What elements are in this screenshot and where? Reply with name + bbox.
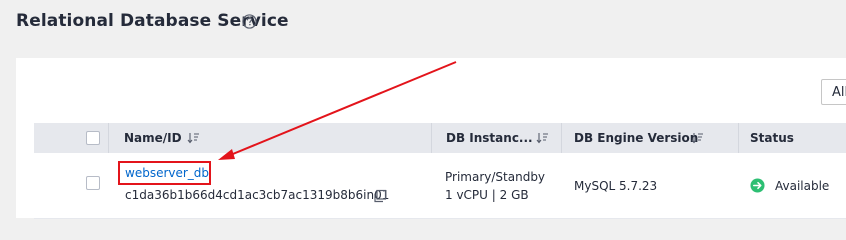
select-all-checkbox[interactable] <box>86 131 100 145</box>
sort-icon[interactable] <box>187 132 200 144</box>
column-header-db-instance[interactable]: DB Instanc... <box>446 123 533 153</box>
column-separator <box>431 123 432 153</box>
table-header: Name/ID DB Instanc... DB Engine Version … <box>34 123 846 153</box>
status-available-icon <box>750 178 765 193</box>
row-checkbox[interactable] <box>86 176 100 190</box>
highlight-box <box>118 161 211 185</box>
engine-version: MySQL 5.7.23 <box>574 179 658 193</box>
column-separator <box>108 123 109 153</box>
column-header-name-id[interactable]: Name/ID <box>124 123 182 153</box>
column-header-status[interactable]: Status <box>750 123 794 153</box>
copy-icon[interactable] <box>373 189 387 203</box>
column-header-db-engine-version[interactable]: DB Engine Version <box>574 123 698 153</box>
instance-type: Primary/Standby <box>445 170 546 184</box>
question-circle-icon[interactable] <box>242 14 257 29</box>
status-text: Available <box>775 179 830 193</box>
column-separator <box>561 123 562 153</box>
filter-dropdown[interactable]: All <box>821 79 846 105</box>
filter-dropdown-label: All <box>832 85 846 100</box>
instance-spec: 1 vCPU | 2 GB <box>445 188 529 202</box>
sort-icon[interactable] <box>691 132 704 144</box>
instance-id: c1da36b1b66d4cd1ac3cb7ac1319b8b6in01 <box>125 188 390 202</box>
sort-icon[interactable] <box>536 132 549 144</box>
column-separator <box>738 123 739 153</box>
